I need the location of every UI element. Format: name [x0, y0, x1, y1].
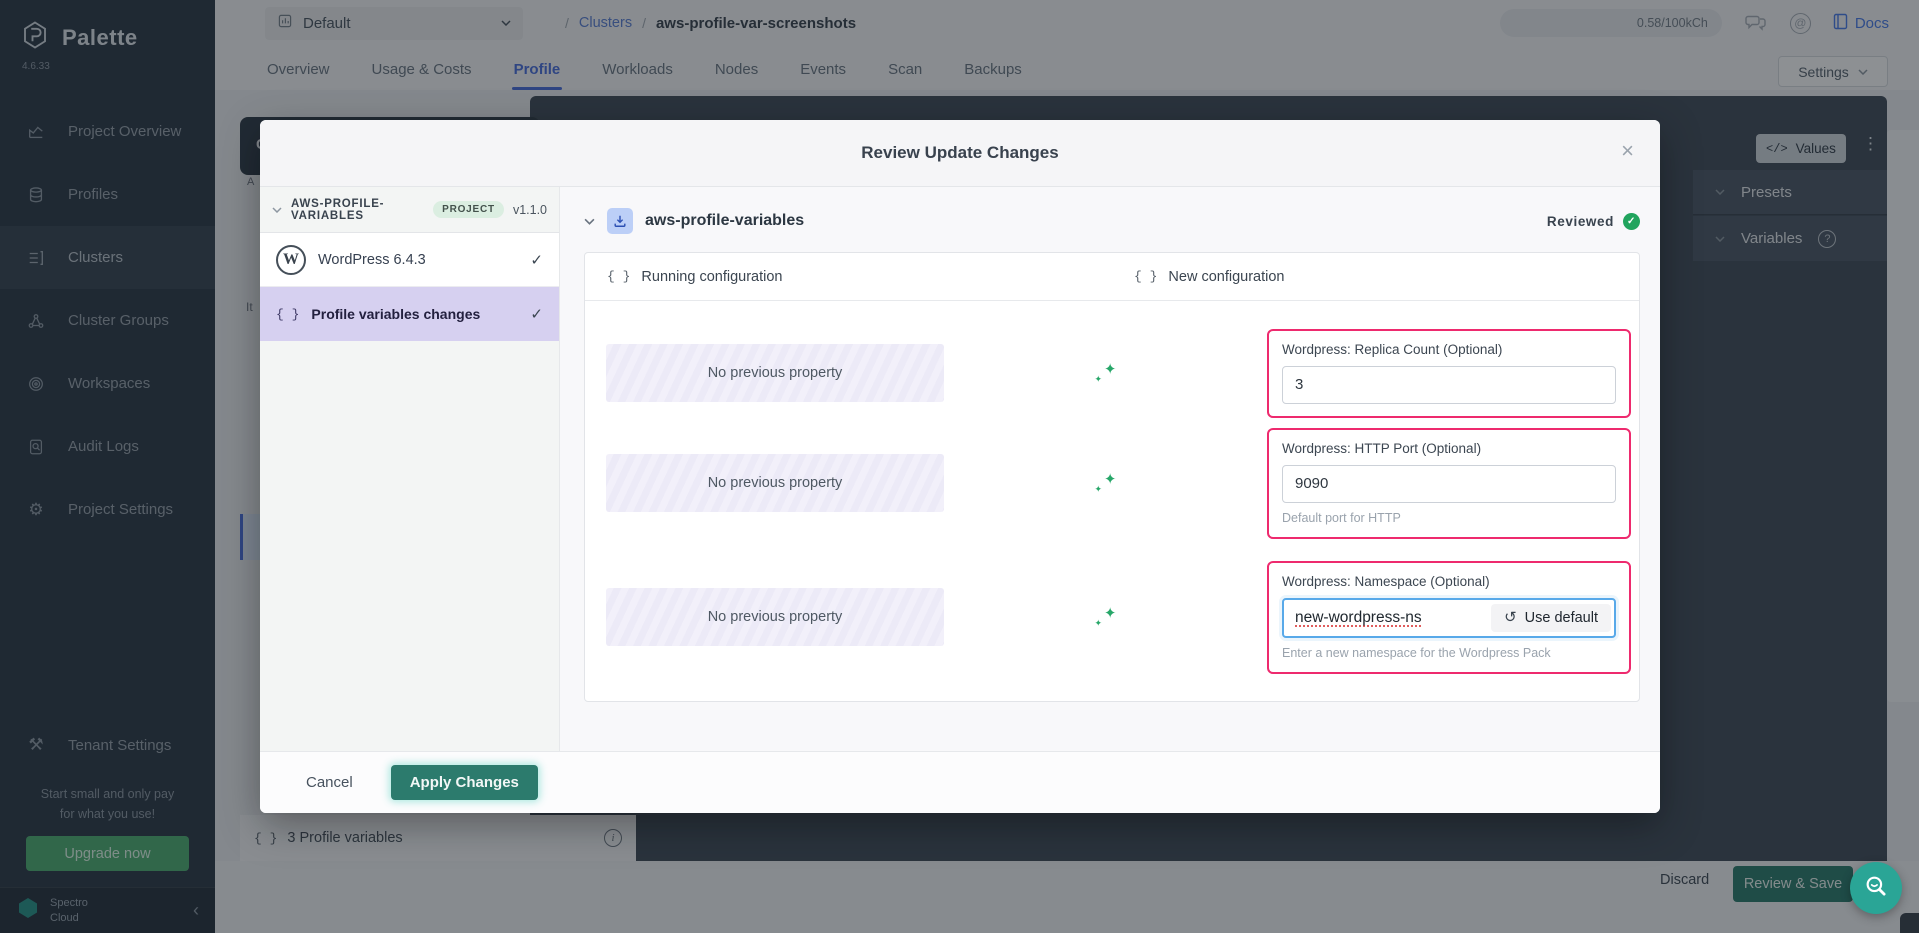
field-helper-text: Default port for HTTP [1282, 511, 1616, 525]
modal-pack-list: AWS-PROFILE-VARIABLES PROJECT v1.1.0 W W… [260, 187, 560, 751]
section-title: aws-profile-variables [645, 212, 804, 230]
modal-diff-content: aws-profile-variables Reviewed ✓ { } Run… [560, 187, 1660, 751]
check-icon: ✓ [530, 305, 543, 323]
pack-item-wordpress[interactable]: W WordPress 6.4.3 ✓ [260, 233, 559, 287]
new-value-sparkle-icon: ✦✦ [1095, 362, 1117, 384]
http-port-input[interactable] [1282, 465, 1616, 503]
wordpress-logo-icon: W [276, 245, 306, 275]
section-header: aws-profile-variables Reviewed ✓ [584, 203, 1640, 239]
replica-count-input[interactable] [1282, 366, 1616, 404]
reviewed-status-badge: Reviewed ✓ [1547, 213, 1640, 230]
highlighted-field-http-port: Wordpress: HTTP Port (Optional) Default … [1267, 428, 1631, 539]
chevron-down-icon[interactable] [584, 218, 595, 225]
profile-group-name: AWS-PROFILE-VARIABLES [291, 198, 424, 222]
pack-item-profile-variables[interactable]: { } Profile variables changes ✓ [260, 287, 559, 341]
search-fab-button[interactable] [1850, 862, 1902, 914]
no-previous-property-box: No previous property [606, 454, 944, 512]
braces-icon: { } [607, 269, 630, 284]
namespace-value[interactable]: new-wordpress-ns [1284, 609, 1422, 627]
chevron-down-icon [272, 207, 282, 213]
modal-header: Review Update Changes × [260, 120, 1660, 187]
new-value-sparkle-icon: ✦✦ [1095, 472, 1117, 494]
use-default-button[interactable]: ↺ Use default [1491, 604, 1611, 632]
new-value-sparkle-icon: ✦✦ [1095, 606, 1117, 628]
namespace-input[interactable]: new-wordpress-ns ↺ Use default [1282, 598, 1616, 638]
field-label: Wordpress: HTTP Port (Optional) [1282, 441, 1616, 456]
configuration-diff-box: { } Running configuration { } New config… [584, 252, 1640, 702]
highlighted-field-replica-count: Wordpress: Replica Count (Optional) [1267, 329, 1631, 418]
diff-row-namespace: No previous property ✦✦ Wordpress: Names… [606, 561, 1631, 673]
new-configuration-column: { } New configuration [1112, 253, 1639, 300]
check-circle-icon: ✓ [1623, 213, 1640, 230]
close-icon[interactable]: × [1621, 140, 1634, 162]
no-previous-property-box: No previous property [606, 588, 944, 646]
diff-row-replica-count: No previous property ✦✦ Wordpress: Repli… [606, 325, 1631, 421]
apply-changes-button[interactable]: Apply Changes [391, 765, 538, 800]
field-label: Wordpress: Namespace (Optional) [1282, 574, 1616, 589]
check-icon: ✓ [530, 251, 543, 269]
modal-footer: Cancel Apply Changes [260, 751, 1660, 813]
braces-icon: { } [1134, 269, 1157, 284]
profile-group-header[interactable]: AWS-PROFILE-VARIABLES PROJECT v1.1.0 [260, 187, 559, 233]
modal-title: Review Update Changes [861, 143, 1058, 163]
profile-version: v1.1.0 [513, 203, 547, 217]
braces-icon: { } [276, 307, 299, 322]
project-scope-badge: PROJECT [433, 201, 504, 218]
running-configuration-column: { } Running configuration [585, 253, 1112, 300]
no-previous-property-box: No previous property [606, 344, 944, 402]
field-helper-text: Enter a new namespace for the Wordpress … [1282, 646, 1616, 660]
diff-column-headers: { } Running configuration { } New config… [585, 253, 1639, 301]
restore-icon: ↺ [1504, 610, 1517, 625]
cancel-button[interactable]: Cancel [306, 774, 353, 791]
field-label: Wordpress: Replica Count (Optional) [1282, 342, 1616, 357]
review-update-changes-modal: Review Update Changes × AWS-PROFILE-VARI… [260, 120, 1660, 813]
magnifier-icon [1863, 873, 1889, 904]
diff-row-http-port: No previous property ✦✦ Wordpress: HTTP … [606, 431, 1631, 535]
highlighted-field-namespace: Wordpress: Namespace (Optional) new-word… [1267, 561, 1631, 674]
pack-import-icon [607, 208, 633, 234]
